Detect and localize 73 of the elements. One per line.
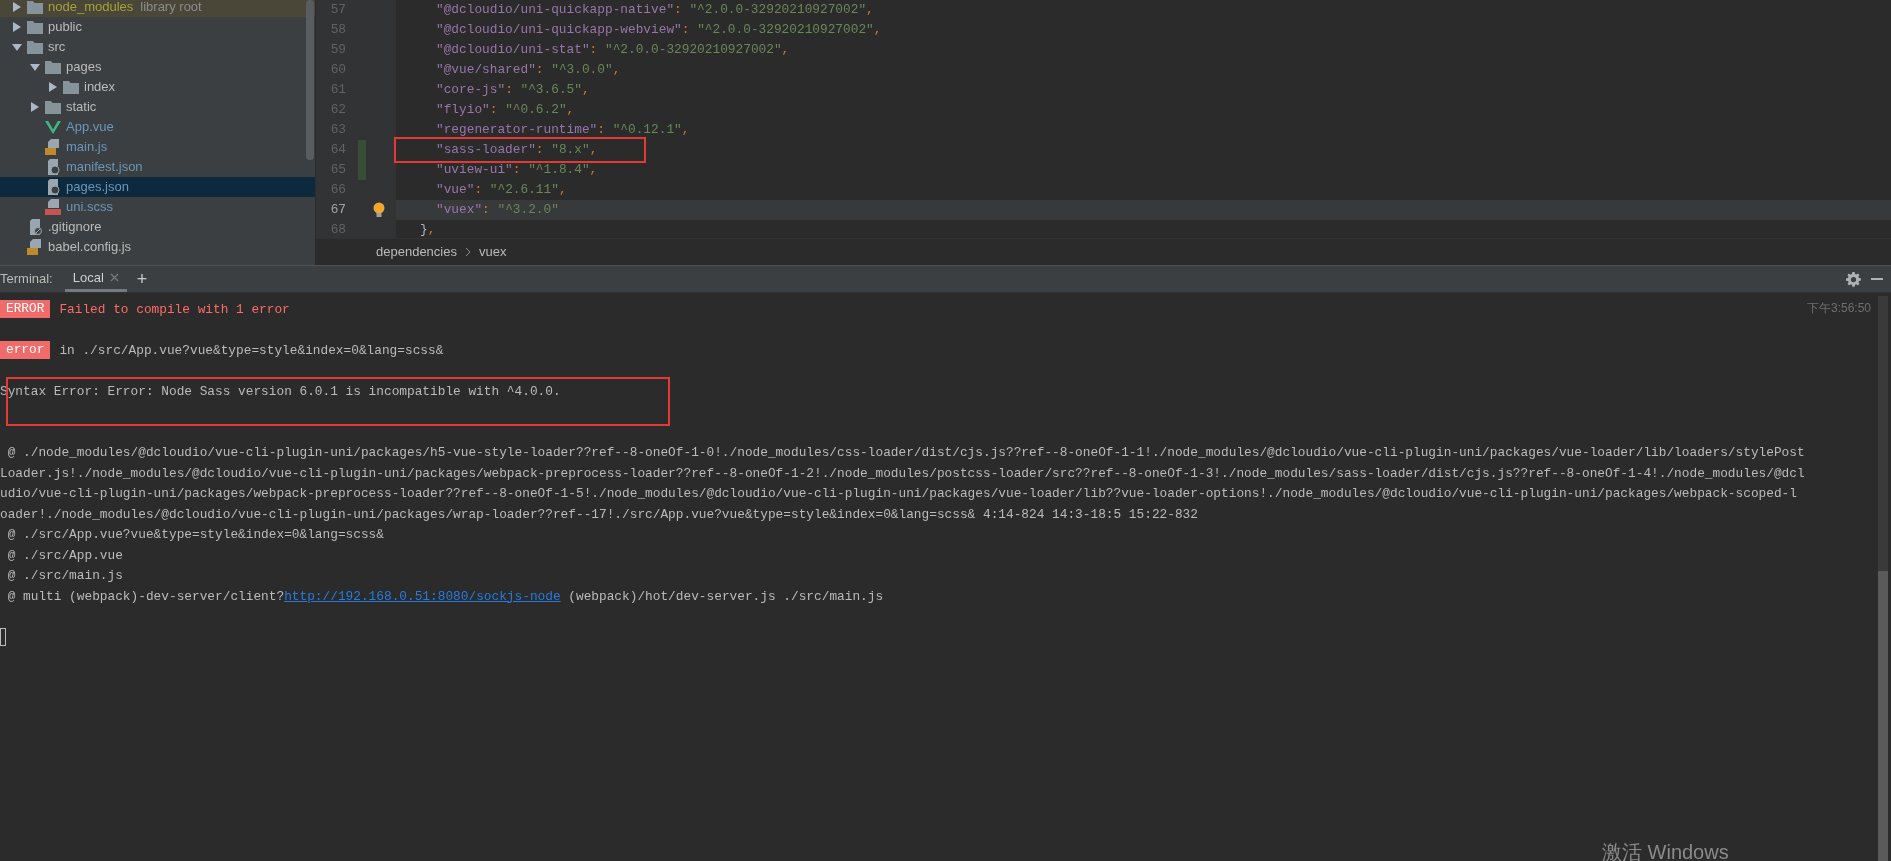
terminal-line: @ ./src/App.vue?vue&type=style&index=0&lang=scss&: [6, 526, 384, 545]
code-line: "core-js": "^3.6.5",: [436, 81, 590, 100]
code-line: "@dcloudio/uni-quickapp-native": "^2.0.0-32920210927002",: [436, 1, 874, 20]
folder-icon: [27, 40, 43, 54]
terminal-line: udio/vue-cli-plugin-uni/packages/webpack-preprocess-loader??ref--8-oneOf-1-5!./node_modules/@dcloudio/vue-cli-plugin-uni/packages/vue-loader/lib??vue-loader-options!./node_modules/@dcloudio/vue-cli-plugin-uni/packages/webpack-scoped-l: [0, 485, 1797, 504]
url-link[interactable]: http://192.168.0.51:8080/sockjs-node: [284, 588, 561, 604]
tree-item-label[interactable]: src: [48, 37, 66, 57]
code-line: "flyio": "^0.6.2",: [436, 101, 575, 120]
breadcrumb-item[interactable]: dependencies: [376, 242, 457, 262]
code-line: "uview-ui": "^1.8.4",: [436, 161, 598, 180]
js-file-icon: [27, 239, 43, 255]
tree-item-label[interactable]: main.js: [66, 137, 108, 157]
code-line: },: [420, 221, 436, 238]
terminal-line: Failed to compile with 1 error: [59, 300, 290, 319]
tree-item-label[interactable]: manifest.json: [66, 157, 143, 177]
json-file-icon: [45, 179, 61, 195]
tree-item-label[interactable]: App.vue: [66, 117, 114, 137]
tree-item-label[interactable]: static: [66, 97, 97, 117]
code-line: "vuex": "^3.2.0": [436, 201, 559, 220]
code-line: "@vue/shared": "^3.0.0",: [436, 61, 621, 80]
expanded-arrow-icon[interactable]: [30, 62, 40, 72]
error-badge: error: [0, 341, 51, 360]
folder-icon: [27, 20, 43, 34]
collapsed-arrow-icon[interactable]: [12, 22, 22, 32]
code-line: "vue": "^2.6.11",: [436, 181, 567, 200]
terminal-line: @ multi (webpack)-dev-server/client?http://192.168.0.51:8080/sockjs-node (webpack)/hot/dev-server.js ./src/main.js: [6, 587, 884, 606]
scrollbar-thumb[interactable]: [1878, 571, 1888, 861]
folder-icon: [63, 80, 79, 94]
vue-logo-icon: [45, 120, 61, 134]
tree-item-label[interactable]: index: [84, 77, 116, 97]
lightbulb-icon: [372, 202, 386, 218]
terminal-line: in ./src/App.vue?vue&type=style&index=0&lang=scss&: [59, 341, 444, 360]
close-icon[interactable]: [109, 273, 119, 282]
collapsed-arrow-icon[interactable]: [48, 82, 58, 92]
collapsed-arrow-icon[interactable]: [30, 102, 40, 112]
tree-item-label[interactable]: .gitignore: [48, 217, 102, 237]
js-file-icon: [45, 139, 61, 155]
scrollbar-thumb[interactable]: [306, 0, 314, 160]
line-number: 67: [329, 201, 346, 220]
json-file-icon: [45, 159, 61, 175]
tree-item-note: library root: [140, 0, 202, 17]
expanded-arrow-icon[interactable]: [12, 42, 22, 52]
error-badge: ERROR: [0, 300, 51, 319]
tree-item-label[interactable]: pages: [66, 57, 102, 77]
collapsed-arrow-icon[interactable]: [12, 2, 22, 12]
breadcrumb-item[interactable]: vuex: [478, 242, 507, 262]
terminal-line: @ ./src/App.vue: [6, 546, 123, 565]
settings-icon[interactable]: [1846, 271, 1861, 287]
timestamp: 下午3:56:50: [1806, 300, 1871, 317]
terminal-label: Terminal:: [0, 270, 53, 289]
tree-item-label[interactable]: node_modules: [48, 0, 134, 17]
code-line: "@dcloudio/uni-quickapp-webview": "^2.0.0-32920210927002",: [436, 21, 882, 40]
chevron-icon: [464, 247, 471, 257]
code-line: "@dcloudio/uni-stat": "^2.0.0-32920210927002",: [436, 41, 790, 60]
tree-item-label[interactable]: pages.json: [66, 177, 129, 197]
code-line: "sass-loader": "8.x",: [436, 141, 598, 160]
tree-item-label[interactable]: uni.scss: [66, 197, 113, 217]
sass-file-icon: [45, 199, 61, 215]
tree-item-label[interactable]: public: [48, 17, 82, 37]
excluded-tree-row[interactable]: node_modules library root: [0, 0, 315, 17]
folder-icon: [45, 100, 61, 114]
folder-icon: [27, 0, 43, 14]
new-tab-button[interactable]: +: [136, 270, 148, 288]
ignored-file-icon: [27, 219, 43, 235]
selected-tree-row[interactable]: pages.json: [0, 177, 315, 197]
tree-item-label[interactable]: babel.config.js: [48, 237, 132, 257]
code-line: "regenerator-runtime": "^0.12.1",: [436, 121, 690, 140]
terminal-line: oader!./node_modules/@dcloudio/vue-cli-plugin-uni/packages/wrap-loader??ref--17!./src/App.vue?vue&type=style&index=0&lang=scss& 4:14-824 14:3-18:5 15:22-832: [0, 505, 1198, 524]
terminal-line: Loader.js!./node_modules/@dcloudio/vue-cli-plugin-uni/packages/webpack-preprocess-loader??ref--8-oneOf-1-2!./node_modules/postcss-loader/src??ref--8-oneOf-1-3!./node_modules/sass-loader/dist/cjs.js??ref--8-oneOf-1-4!./node_modules/@dcl: [0, 464, 1805, 483]
folder-icon: [45, 60, 61, 74]
text-cursor: [0, 628, 6, 647]
terminal-line: @ ./node_modules/@dcloudio/vue-cli-plugin-uni/packages/h5-vue-style-loader??ref--8-oneOf-1-0!./node_modules/css-loader/dist/cjs.js??ref--8-oneOf-1-1!./node_modules/@dcloudio/vue-cli-plugin-uni/packages/vue-loader/lib/loaders/stylePost: [6, 444, 1805, 463]
terminal-line: @ ./src/main.js: [6, 567, 123, 586]
